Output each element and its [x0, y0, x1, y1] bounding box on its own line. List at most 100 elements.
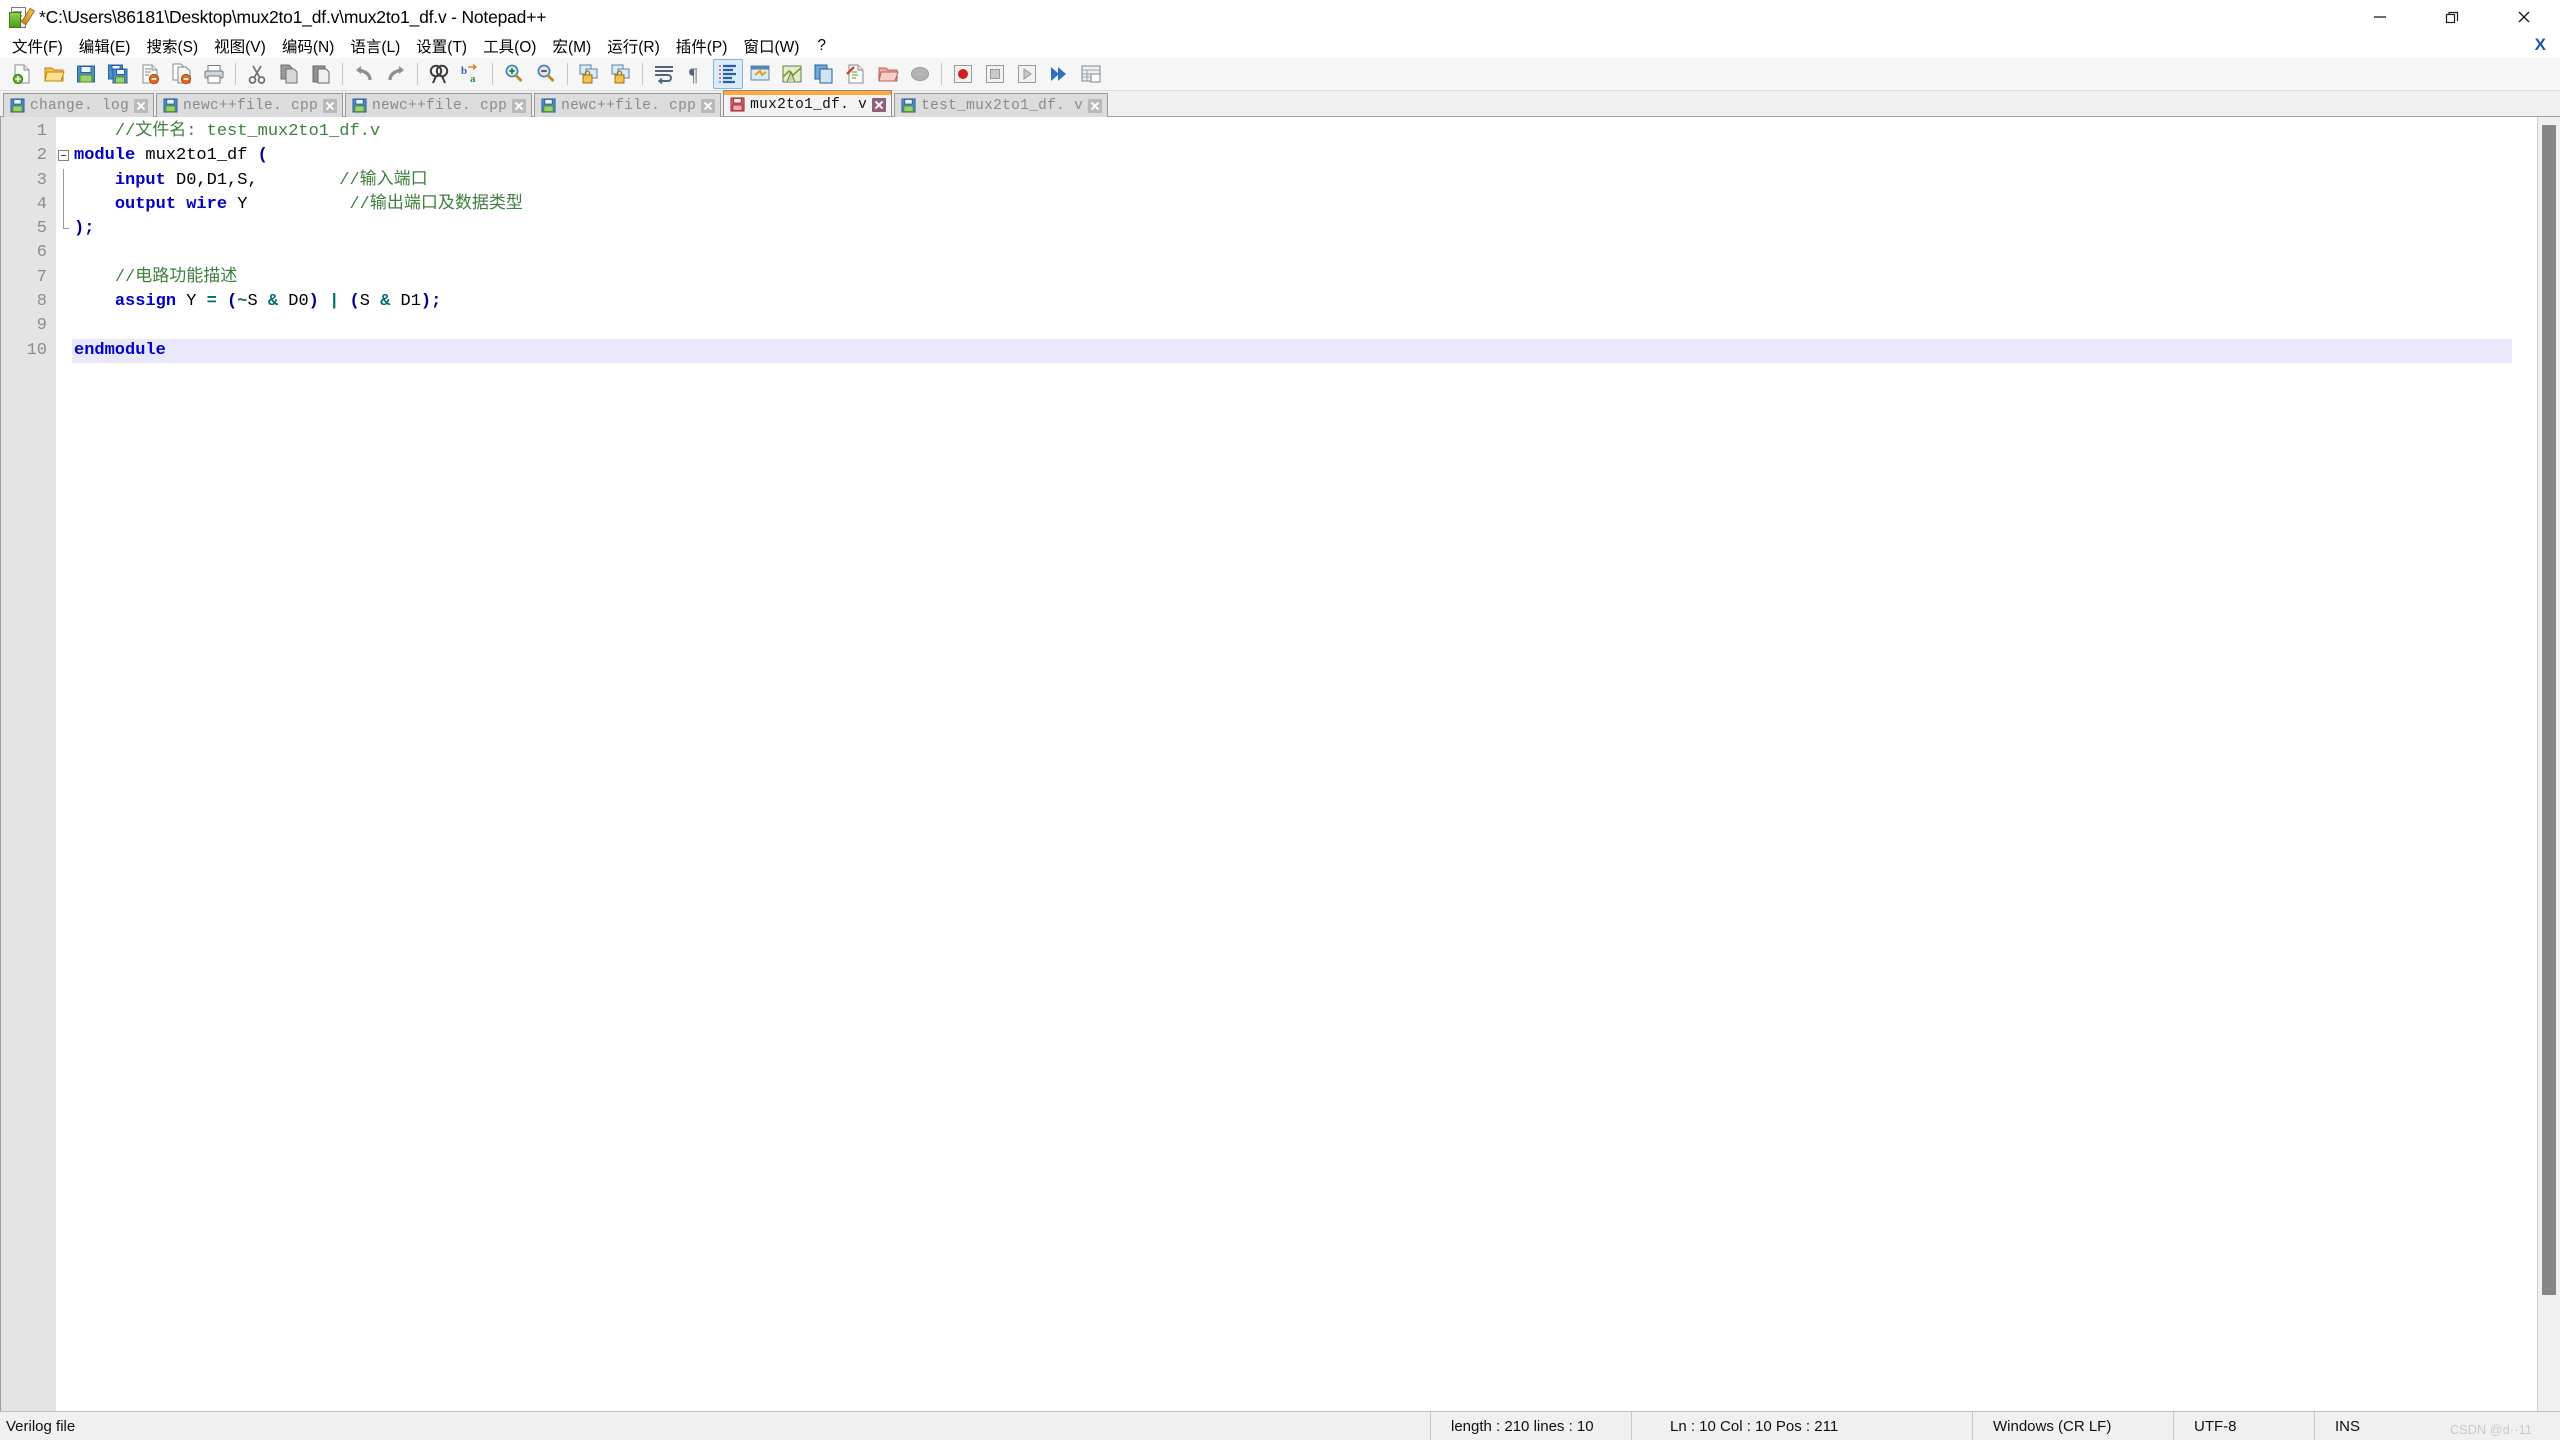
code-line[interactable]: [72, 314, 2537, 338]
tab-newcppfile-2[interactable]: newc++file. cpp: [345, 93, 532, 117]
tab-close-icon[interactable]: [323, 99, 337, 113]
svg-text:¶: ¶: [689, 65, 698, 85]
zoom-out-icon[interactable]: [531, 59, 561, 89]
word-wrap-icon[interactable]: [649, 59, 679, 89]
menu-item-view[interactable]: 视图(V): [206, 33, 274, 60]
code-line[interactable]: output wire Y //输出端口及数据类型: [72, 193, 2537, 217]
line-number: 6: [1, 241, 56, 265]
code-token: S: [247, 292, 267, 311]
save-icon[interactable]: [71, 59, 101, 89]
code-line[interactable]: input D0,D1,S, //输入端口: [72, 169, 2537, 193]
menu-item-edit[interactable]: 编辑(E): [71, 33, 139, 60]
copy-icon[interactable]: [274, 59, 304, 89]
close-button[interactable]: [2488, 0, 2560, 34]
line-number-gutter: 1 2 3 4 5 6 7 8 9 10: [1, 117, 56, 1411]
cut-icon[interactable]: [242, 59, 272, 89]
open-file-icon[interactable]: [39, 59, 69, 89]
menu-item-plugins[interactable]: 插件(P): [668, 33, 736, 60]
zoom-in-icon[interactable]: [499, 59, 529, 89]
svg-text:a: a: [470, 73, 476, 85]
code-line[interactable]: );: [72, 217, 2537, 241]
code-line[interactable]: module mux2to1_df (: [72, 144, 2537, 168]
find-icon[interactable]: [424, 59, 454, 89]
menu-item-settings[interactable]: 设置(T): [408, 33, 475, 60]
tab-label: newc++file. cpp: [183, 98, 318, 114]
tab-close-icon[interactable]: [872, 98, 886, 112]
macro-playback-multiple-icon[interactable]: [1044, 59, 1074, 89]
print-icon[interactable]: [199, 59, 229, 89]
scrollbar-thumb[interactable]: [2542, 125, 2556, 1295]
tab-newcppfile-1[interactable]: newc++file. cpp: [156, 93, 343, 117]
fold-row: [56, 241, 72, 265]
code-content[interactable]: //文件名: test_mux2to1_df.vmodule mux2to1_d…: [72, 117, 2537, 1411]
code-folding-column[interactable]: [56, 117, 72, 1411]
line-number: 10: [1, 339, 56, 363]
close-file-icon[interactable]: [135, 59, 165, 89]
paste-icon[interactable]: [306, 59, 336, 89]
restore-button[interactable]: [2416, 0, 2488, 34]
sync-vertical-scrolling-icon[interactable]: [574, 59, 604, 89]
notepad-plus-plus-icon: [9, 6, 31, 28]
document-map-icon[interactable]: [777, 59, 807, 89]
menu-item-file[interactable]: 文件(F): [4, 33, 71, 60]
tab-test-mux2to1-df-v[interactable]: test_mux2to1_df. v: [894, 93, 1108, 117]
menu-item-search[interactable]: 搜索(S): [138, 33, 206, 60]
toolbar: b a: [0, 58, 2560, 91]
code-token: Y: [227, 195, 247, 214]
menu-item-language[interactable]: 语言(L): [342, 33, 408, 60]
code-line[interactable]: endmodule: [72, 339, 2512, 363]
saved-file-icon: [163, 98, 178, 113]
minimize-button[interactable]: [2344, 0, 2416, 34]
document-list-icon[interactable]: [809, 59, 839, 89]
code-line[interactable]: //电路功能描述: [72, 266, 2537, 290]
macro-stop-icon[interactable]: [980, 59, 1010, 89]
code-line[interactable]: //文件名: test_mux2to1_df.v: [72, 120, 2537, 144]
show-all-characters-icon[interactable]: ¶: [681, 59, 711, 89]
tab-close-icon[interactable]: [701, 99, 715, 113]
tab-close-icon[interactable]: [512, 99, 526, 113]
code-token: output wire: [115, 195, 227, 214]
window-title: *C:\Users\86181\Desktop\mux2to1_df.v\mux…: [39, 7, 546, 28]
save-all-icon[interactable]: [103, 59, 133, 89]
replace-icon[interactable]: b a: [456, 59, 486, 89]
fold-toggle[interactable]: [56, 144, 72, 168]
menu-item-help[interactable]: ?: [807, 35, 836, 58]
saved-file-icon: [352, 98, 367, 113]
folder-as-workspace-icon[interactable]: [873, 59, 903, 89]
indent-guide-icon[interactable]: [713, 59, 743, 89]
close-all-files-icon[interactable]: [167, 59, 197, 89]
sync-horizontal-scrolling-icon[interactable]: [606, 59, 636, 89]
close-document-button[interactable]: X: [2535, 35, 2546, 55]
toolbar-separator: [417, 63, 418, 85]
new-file-icon[interactable]: [7, 59, 37, 89]
menu-item-tools[interactable]: 工具(O): [475, 33, 544, 60]
function-list-icon[interactable]: [841, 59, 871, 89]
code-token: Y: [176, 292, 207, 311]
status-length-lines: length : 210 lines : 10: [1431, 1412, 1631, 1440]
line-number: 9: [1, 314, 56, 338]
menu-item-macro[interactable]: 宏(M): [544, 33, 599, 60]
tab-newcppfile-3[interactable]: newc++file. cpp: [534, 93, 721, 117]
tab-change-log[interactable]: change. log: [3, 93, 154, 117]
fold-row: [56, 217, 72, 241]
menu-item-window[interactable]: 窗口(W): [735, 33, 807, 60]
user-defined-dialog-icon[interactable]: [745, 59, 775, 89]
menu-item-encoding[interactable]: 编码(N): [274, 33, 343, 60]
vertical-scrollbar[interactable]: [2537, 117, 2560, 1411]
macro-play-icon[interactable]: [1012, 59, 1042, 89]
tab-mux2to1-df-v[interactable]: mux2to1_df. v: [723, 90, 892, 116]
line-number: 1: [1, 120, 56, 144]
code-token: (: [227, 292, 237, 311]
tab-close-icon[interactable]: [1088, 99, 1102, 113]
menu-item-run[interactable]: 运行(R): [599, 33, 668, 60]
line-number: 8: [1, 290, 56, 314]
editor-area[interactable]: 1 2 3 4 5 6 7 8 9 10 //文件名: test_mux2to1…: [0, 117, 2560, 1411]
code-token: (: [349, 292, 359, 311]
code-line[interactable]: assign Y = (~S & D0) | (S & D1);: [72, 290, 2537, 314]
macro-save-icon[interactable]: [1076, 59, 1106, 89]
redo-icon[interactable]: [381, 59, 411, 89]
macro-record-icon[interactable]: [948, 59, 978, 89]
code-line[interactable]: [72, 241, 2537, 265]
tab-close-icon[interactable]: [134, 99, 148, 113]
undo-icon[interactable]: [349, 59, 379, 89]
